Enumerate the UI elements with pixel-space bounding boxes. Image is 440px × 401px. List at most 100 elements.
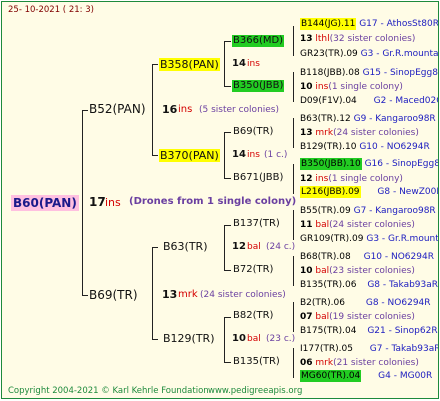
row-queen: B2(TR).06 bbox=[300, 298, 345, 308]
row-note: (1 single colony) bbox=[328, 174, 403, 184]
row-queen: L216(JBB).09 bbox=[300, 186, 361, 198]
row-queen: GR23(TR).09 bbox=[300, 49, 358, 59]
row-num: 10 bbox=[300, 266, 313, 276]
row-num: 13 bbox=[300, 128, 313, 138]
g2-b129-ins: bal bbox=[247, 334, 261, 344]
connector bbox=[152, 155, 158, 156]
g2-b358-num: 14 bbox=[232, 58, 246, 69]
row-num: 12 bbox=[300, 174, 313, 184]
g3-b366-queen: B366(MD) bbox=[232, 35, 285, 47]
row-code: G21 - Sinop62R bbox=[367, 326, 438, 336]
row-code: G8 - NewZ00R bbox=[377, 187, 439, 197]
row-code: G15 - SinopEgg86R bbox=[362, 68, 438, 78]
g2-b63-note: (24 c.) bbox=[266, 242, 296, 252]
row-code: G17 - AthosSt80R bbox=[359, 19, 439, 29]
connector bbox=[224, 132, 231, 133]
pedigree-chart: 25- 10-2021 ( 21: 3) B60(PAN) 17 ins (Dr… bbox=[1, 1, 439, 399]
connector bbox=[224, 317, 225, 363]
connector bbox=[293, 118, 294, 148]
g3-b69-queen: B69(TR) bbox=[233, 126, 274, 137]
g3-b671-queen: B671(JBB) bbox=[233, 172, 284, 183]
connector bbox=[152, 247, 158, 248]
date-stamp: 25- 10-2021 ( 21: 3) bbox=[8, 5, 94, 15]
g1-top-num: 16 bbox=[162, 103, 178, 116]
root-queen: B60(PAN) bbox=[11, 195, 79, 211]
connector bbox=[224, 317, 231, 318]
row-queen: B55(TR).09 bbox=[300, 206, 351, 216]
g2-b129-queen: B129(TR) bbox=[163, 332, 215, 345]
g1-top-queen: B52(PAN) bbox=[89, 102, 146, 116]
row-queen: B129(TR).10 bbox=[300, 142, 357, 152]
g1-bottom-note: (24 sister colonies) bbox=[200, 290, 286, 300]
row-ins: bal bbox=[315, 220, 330, 230]
connector bbox=[293, 256, 294, 286]
row-ins: ins bbox=[315, 174, 329, 184]
connector bbox=[224, 41, 231, 42]
root-ins: ins bbox=[105, 196, 121, 209]
row-code: G10 - NO6294R bbox=[359, 142, 430, 152]
row-num: 07 bbox=[300, 312, 313, 322]
row-queen: B63(TR).12 bbox=[300, 114, 351, 124]
g2-b129-note: (23 c.) bbox=[266, 334, 296, 344]
connector bbox=[224, 225, 231, 226]
root-ins-num: 17 bbox=[89, 195, 106, 209]
g3-b350-queen: B350(JBB) bbox=[232, 80, 285, 92]
row-queen: GR109(TR).09 bbox=[300, 234, 364, 244]
connector bbox=[293, 72, 294, 102]
row-code: G9 - Kangaroo98R bbox=[353, 114, 436, 124]
row-code: G3 - Gr.R.mounta bbox=[360, 49, 439, 59]
connector bbox=[224, 86, 231, 87]
row-queen: B175(TR).04 bbox=[300, 326, 357, 336]
g1-bottom-num: 13 bbox=[162, 288, 178, 301]
row-num: 11 bbox=[300, 220, 313, 230]
connector bbox=[224, 225, 225, 271]
g3-b72-queen: B72(TR) bbox=[233, 264, 274, 275]
row-note: (24 sister colonies) bbox=[329, 220, 415, 230]
row-queen: B350(JBB).10 bbox=[300, 158, 362, 170]
connector bbox=[152, 247, 153, 340]
g1-bottom-ins: mrk bbox=[178, 289, 198, 300]
row-code: G3 - Gr.R.mounta bbox=[366, 234, 439, 244]
footer-copyright: Copyright 2004-2021 © Karl Kehrle Founda… bbox=[8, 386, 209, 396]
footer-site-link[interactable]: www.pedigreeapis.org bbox=[208, 387, 302, 396]
connector bbox=[293, 348, 294, 378]
connector bbox=[224, 178, 231, 179]
connector bbox=[224, 362, 231, 363]
g1-top-ins: ins bbox=[178, 104, 193, 115]
row-note: (19 sister colonies) bbox=[329, 312, 415, 322]
row-ins: bal bbox=[315, 312, 330, 322]
g2-b370-queen: B370(PAN) bbox=[159, 149, 220, 162]
g2-b370-ins: ins bbox=[247, 150, 260, 160]
row-queen: B68(TR).08 bbox=[300, 252, 351, 262]
connector bbox=[152, 339, 158, 340]
connector bbox=[152, 64, 158, 65]
root-drones: (Drones from 1 single colony) bbox=[129, 196, 297, 207]
row-note: (21 sister colonies) bbox=[333, 358, 419, 368]
row-ins: mrk bbox=[315, 358, 334, 368]
row-queen: I177(TR).05 bbox=[300, 344, 353, 354]
g2-b358-ins: ins bbox=[247, 59, 260, 69]
connector bbox=[224, 132, 225, 179]
g1-top-note: (5 sister colonies) bbox=[199, 105, 280, 115]
row-note: (23 sister colonies) bbox=[329, 266, 415, 276]
row-queen: D09(F1V).04 bbox=[300, 96, 357, 106]
row-code: G2 - Maced02Q bbox=[373, 96, 439, 106]
connector bbox=[82, 295, 88, 296]
g2-b63-num: 12 bbox=[232, 241, 246, 252]
row-ins: mrk bbox=[315, 128, 334, 138]
row-code: G8 - Takab93aR bbox=[367, 280, 439, 290]
connector bbox=[293, 164, 294, 194]
connector bbox=[152, 64, 153, 156]
g2-b63-queen: B63(TR) bbox=[163, 240, 208, 253]
row-queen: B135(TR).06 bbox=[300, 280, 357, 290]
connector bbox=[82, 110, 83, 296]
row-ins: bal bbox=[315, 266, 330, 276]
row-code: G16 - SinopEgg86R bbox=[364, 159, 438, 169]
row-num: 13 bbox=[300, 34, 313, 44]
connector bbox=[82, 110, 88, 111]
connector bbox=[293, 210, 294, 240]
row-queen: B144(JG).11 bbox=[300, 18, 357, 30]
row-ins: lthl bbox=[315, 34, 330, 44]
row-note: (32 sister colonies) bbox=[329, 34, 416, 44]
connector bbox=[224, 270, 231, 271]
